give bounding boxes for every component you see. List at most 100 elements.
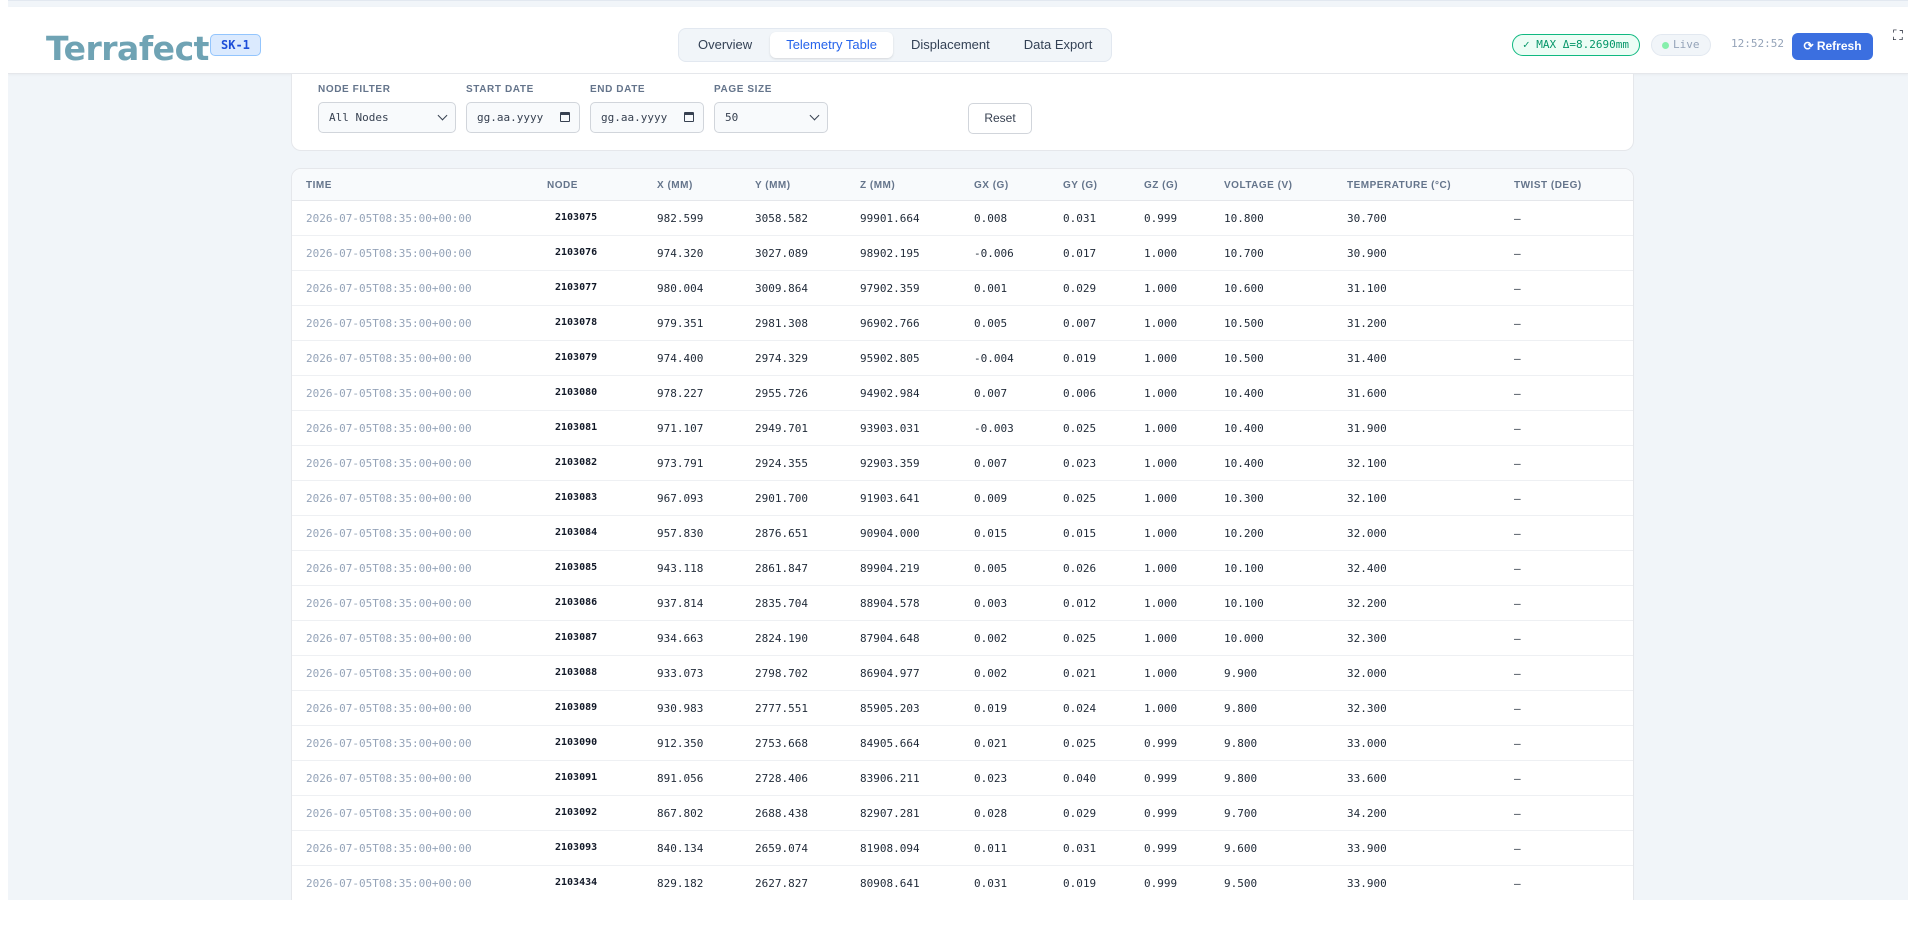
column-header[interactable]: TIME (306, 180, 332, 191)
table-cell: 0.019 (974, 702, 1008, 715)
column-header[interactable]: TEMPERATURE (°C) (1347, 180, 1451, 191)
table-cell: 2026-07-05T08:35:00+00:00 (306, 807, 472, 820)
table-row[interactable]: 2026-07-05T08:35:00+00:00 2103092 867.802 2… (292, 796, 1633, 831)
table-row[interactable]: 2026-07-05T08:35:00+00:00 2103080 978.227 2… (292, 376, 1633, 411)
table-cell: 0.999 (1144, 737, 1178, 750)
table-cell: 912.350 (657, 737, 704, 750)
table-cell: — (1514, 842, 1521, 855)
table-cell: 0.028 (974, 807, 1008, 820)
table-cell: 2753.668 (755, 737, 808, 750)
telemetry-table: TIME NODE X (MM) Y (MM) Z (MM) GX (G) GY (G) GZ… (291, 168, 1634, 900)
table-cell: — (1514, 772, 1521, 785)
table-cell: 0.011 (974, 842, 1008, 855)
table-cell: 0.021 (1063, 667, 1097, 680)
table-cell: 31.100 (1347, 282, 1387, 295)
table-cell: 0.031 (974, 877, 1008, 890)
table-cell: 0.999 (1144, 807, 1178, 820)
table-row[interactable]: 2026-07-05T08:35:00+00:00 2103082 973.791 2… (292, 446, 1633, 481)
start-date-label: START DATE (466, 84, 534, 95)
table-cell: 2924.355 (755, 457, 808, 470)
reset-button[interactable]: Reset (968, 103, 1032, 134)
column-header[interactable]: GZ (G) (1144, 180, 1178, 191)
table-cell: 92903.359 (860, 457, 920, 470)
table-row[interactable]: 2026-07-05T08:35:00+00:00 2103093 840.134 2… (292, 831, 1633, 866)
table-cell: 80908.641 (860, 877, 920, 890)
live-status[interactable]: Live (1651, 34, 1711, 56)
tab-telemetry-table[interactable]: Telemetry Table (770, 32, 893, 58)
calendar-icon[interactable] (560, 112, 570, 122)
tab-overview[interactable]: Overview (682, 32, 768, 58)
table-row[interactable]: 2026-07-05T08:35:00+00:00 2103085 943.118 2… (292, 551, 1633, 586)
chevron-down-icon (809, 110, 820, 121)
page-size-select[interactable]: 50 (714, 102, 828, 133)
end-date-input[interactable]: gg.aa.yyyy (590, 102, 704, 133)
end-date-value: gg.aa.yyyy (601, 111, 668, 124)
table-row[interactable]: 2026-07-05T08:35:00+00:00 2103075 982.599 3… (292, 201, 1633, 236)
table-cell: 90904.000 (860, 527, 920, 540)
table-cell: 974.320 (657, 247, 704, 260)
start-date-input[interactable]: gg.aa.yyyy (466, 102, 580, 133)
table-cell: 2103089 (555, 702, 598, 713)
table-cell: 2026-07-05T08:35:00+00:00 (306, 527, 472, 540)
column-header[interactable]: Z (MM) (860, 180, 895, 191)
table-row[interactable]: 2026-07-05T08:35:00+00:00 2103434 829.182 2… (292, 866, 1633, 900)
table-cell: 2103086 (555, 597, 598, 608)
calendar-icon[interactable] (684, 112, 694, 122)
table-cell: 2103088 (555, 667, 598, 678)
table-cell: 1.000 (1144, 597, 1178, 610)
table-cell: 2103081 (555, 422, 598, 433)
app-logo[interactable]: Terrafect (46, 29, 209, 68)
page-size-value: 50 (725, 111, 739, 124)
table-row[interactable]: 2026-07-05T08:35:00+00:00 2103077 980.004 3… (292, 271, 1633, 306)
table-cell: 2026-07-05T08:35:00+00:00 (306, 457, 472, 470)
table-cell: 2026-07-05T08:35:00+00:00 (306, 422, 472, 435)
table-cell: 10.400 (1224, 457, 1264, 470)
table-cell: 2103085 (555, 562, 598, 573)
table-cell: 840.134 (657, 842, 704, 855)
table-cell: 34.200 (1347, 807, 1387, 820)
table-cell: 2103087 (555, 632, 598, 643)
table-row[interactable]: 2026-07-05T08:35:00+00:00 2103084 957.830 2… (292, 516, 1633, 551)
table-row[interactable]: 2026-07-05T08:35:00+00:00 2103076 974.320 3… (292, 236, 1633, 271)
column-header[interactable]: NODE (547, 180, 578, 191)
table-row[interactable]: 2026-07-05T08:35:00+00:00 2103086 937.814 2… (292, 586, 1633, 621)
node-filter-select[interactable]: All Nodes (318, 102, 456, 133)
tab-displacement[interactable]: Displacement (895, 32, 1006, 58)
table-cell: 31.200 (1347, 317, 1387, 330)
table-cell: — (1514, 492, 1521, 505)
column-header[interactable]: VOLTAGE (V) (1224, 180, 1292, 191)
table-cell: 0.005 (974, 562, 1008, 575)
table-cell: — (1514, 632, 1521, 645)
table-row[interactable]: 2026-07-05T08:35:00+00:00 2103079 974.400 2… (292, 341, 1633, 376)
table-row[interactable]: 2026-07-05T08:35:00+00:00 2103089 930.983 2… (292, 691, 1633, 726)
table-row[interactable]: 2026-07-05T08:35:00+00:00 2103090 912.350 2… (292, 726, 1633, 761)
table-row[interactable]: 2026-07-05T08:35:00+00:00 2103091 891.056 2… (292, 761, 1633, 796)
table-cell: 2103091 (555, 772, 598, 783)
tab-data-export[interactable]: Data Export (1008, 32, 1109, 58)
table-cell: 0.999 (1144, 212, 1178, 225)
table-row[interactable]: 2026-07-05T08:35:00+00:00 2103081 971.107 2… (292, 411, 1633, 446)
table-cell: 10.300 (1224, 492, 1264, 505)
table-cell: 2103084 (555, 527, 598, 538)
table-cell: 0.025 (1063, 422, 1097, 435)
table-cell: 2103434 (555, 877, 598, 888)
exit-fullscreen-icon[interactable]: ⛶ (1893, 27, 1903, 44)
table-cell: 2835.704 (755, 597, 808, 610)
table-cell: 86904.977 (860, 667, 920, 680)
table-cell: 31.600 (1347, 387, 1387, 400)
column-header[interactable]: GX (G) (974, 180, 1009, 191)
refresh-button[interactable]: ⟳ Refresh (1792, 33, 1873, 60)
table-cell: 0.023 (1063, 457, 1097, 470)
table-row[interactable]: 2026-07-05T08:35:00+00:00 2103078 979.351 2… (292, 306, 1633, 341)
table-cell: 32.000 (1347, 667, 1387, 680)
table-cell: 0.029 (1063, 282, 1097, 295)
table-row[interactable]: 2026-07-05T08:35:00+00:00 2103088 933.073 2… (292, 656, 1633, 691)
column-header[interactable]: X (MM) (657, 180, 693, 191)
column-header[interactable]: GY (G) (1063, 180, 1097, 191)
table-row[interactable]: 2026-07-05T08:35:00+00:00 2103087 934.663 2… (292, 621, 1633, 656)
table-cell: 0.029 (1063, 807, 1097, 820)
column-header[interactable]: Y (MM) (755, 180, 791, 191)
table-cell: 85905.203 (860, 702, 920, 715)
column-header[interactable]: TWIST (DEG) (1514, 180, 1582, 191)
table-row[interactable]: 2026-07-05T08:35:00+00:00 2103083 967.093 2… (292, 481, 1633, 516)
